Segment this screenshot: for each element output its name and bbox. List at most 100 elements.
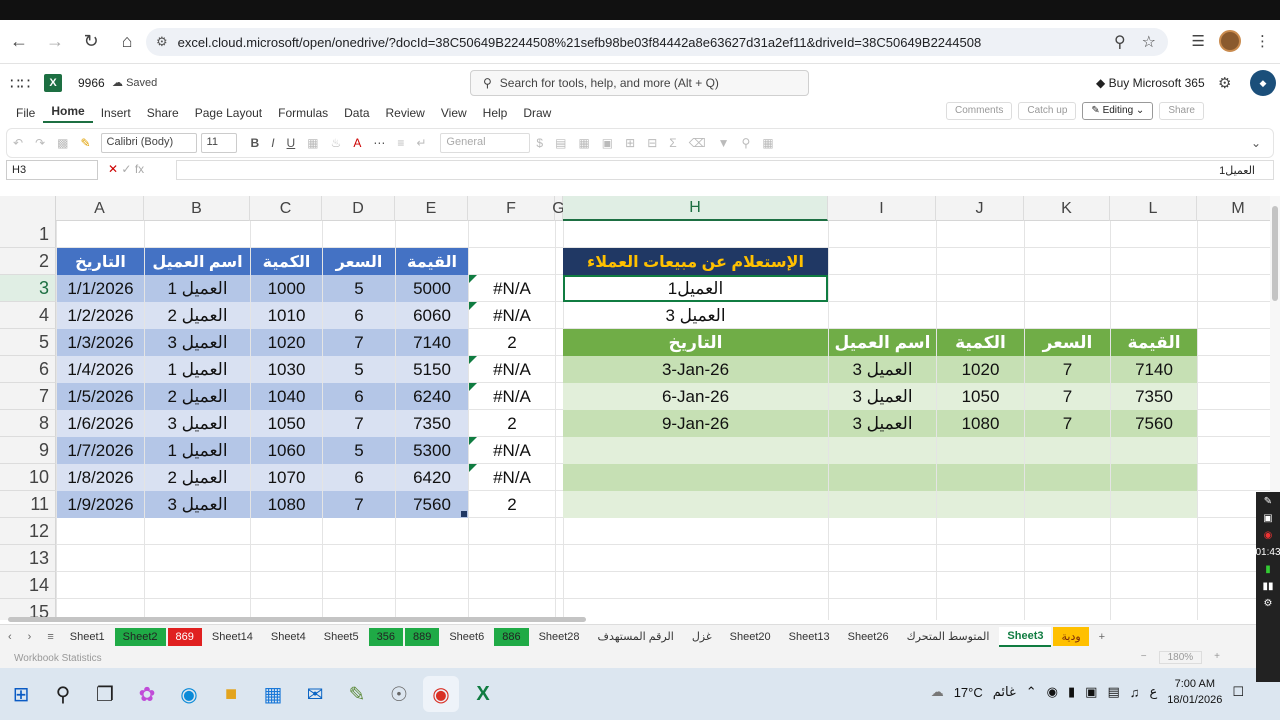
currency-icon[interactable]: $: [530, 136, 549, 150]
app-launcher-icon[interactable]: ∷∷: [10, 74, 30, 94]
table-cell[interactable]: 1/8/2026: [57, 464, 144, 491]
result-header-cell[interactable]: الكمية: [937, 329, 1024, 356]
site-settings-icon[interactable]: ⚙: [156, 34, 168, 50]
table-cell[interactable]: 7: [323, 491, 395, 518]
result-cell[interactable]: [829, 464, 936, 491]
table-cell[interactable]: 1/5/2026: [57, 383, 144, 410]
tab-help[interactable]: Help: [475, 106, 516, 120]
comments-button[interactable]: Comments: [946, 102, 1013, 120]
table-header-cell[interactable]: التاريخ: [57, 248, 144, 275]
more-options-icon[interactable]: ⋯: [367, 136, 391, 150]
find-icon[interactable]: ⚲: [736, 136, 757, 150]
all-sheets-icon[interactable]: ≡: [39, 631, 61, 643]
table-cell[interactable]: 5000: [396, 275, 468, 302]
lookup-result-cell[interactable]: #N/A: [469, 464, 555, 491]
result-cell[interactable]: 6-Jan-26: [563, 383, 828, 410]
result-cell[interactable]: 9-Jan-26: [563, 410, 828, 437]
weather-temp[interactable]: 17°C: [954, 685, 983, 700]
result-cell[interactable]: 7: [1025, 410, 1110, 437]
camera-icon[interactable]: ▣: [1085, 684, 1097, 700]
result-cell[interactable]: العميل 3: [829, 410, 936, 437]
lookup-result-cell[interactable]: #N/A: [469, 275, 555, 302]
sheet-tab[interactable]: غزل: [684, 627, 720, 646]
select-all-corner[interactable]: [0, 196, 56, 221]
table-cell[interactable]: 6420: [396, 464, 468, 491]
paste-icon[interactable]: ▩: [51, 136, 74, 150]
redo-icon[interactable]: ↷: [29, 136, 51, 150]
table-cell[interactable]: 7350: [396, 410, 468, 437]
row-header-9[interactable]: 9: [0, 437, 56, 464]
row-header-5[interactable]: 5: [0, 329, 56, 356]
name-box[interactable]: H3: [6, 160, 98, 180]
home-icon[interactable]: ⌂: [110, 27, 144, 57]
result-cell[interactable]: 7: [1025, 383, 1110, 410]
recorder-settings-icon[interactable]: ⚙: [1264, 598, 1273, 609]
workbook-statistics[interactable]: Workbook Statistics: [14, 653, 102, 664]
excel-logo-icon[interactable]: X: [44, 74, 62, 92]
result-cell[interactable]: [829, 437, 936, 464]
result-cell[interactable]: 7: [1025, 356, 1110, 383]
recorder-camera-icon[interactable]: ▣: [1263, 513, 1272, 524]
undo-icon[interactable]: ↶: [7, 136, 29, 150]
sheet-tab[interactable]: Sheet13: [781, 628, 838, 646]
sheet-tab[interactable]: 869: [167, 627, 202, 646]
font-color-icon[interactable]: A: [347, 136, 367, 150]
table-resize-handle[interactable]: [461, 511, 467, 517]
table-cell[interactable]: 5: [323, 437, 395, 464]
back-icon[interactable]: ←: [2, 27, 36, 57]
tab-review[interactable]: Review: [378, 106, 433, 120]
column-header-i[interactable]: I: [828, 196, 936, 221]
tab-scroll-right-icon[interactable]: ›: [20, 631, 40, 643]
column-header-k[interactable]: K: [1024, 196, 1110, 221]
row-header-3[interactable]: 3: [0, 275, 56, 302]
result-cell[interactable]: العميل 3: [829, 356, 936, 383]
reload-icon[interactable]: ↻: [74, 27, 108, 57]
lookup-result-cell[interactable]: #N/A: [469, 437, 555, 464]
table-cell[interactable]: العميل 3: [145, 410, 250, 437]
table-cell[interactable]: 1/7/2026: [57, 437, 144, 464]
horizontal-scroll-thumb[interactable]: [8, 617, 586, 622]
recorder-pause-icon[interactable]: ▮▮: [1262, 581, 1273, 592]
microphone-icon[interactable]: ▮: [1068, 684, 1075, 700]
horizontal-scrollbar[interactable]: [0, 615, 1280, 623]
column-header-h[interactable]: H: [563, 196, 828, 221]
result-header-cell[interactable]: التاريخ: [563, 329, 828, 356]
lookup-result-cell[interactable]: #N/A: [469, 302, 555, 329]
selected-cell-h3[interactable]: العميل1: [563, 275, 828, 302]
zoom-in-icon[interactable]: +: [1214, 651, 1220, 664]
zoom-out-icon[interactable]: −: [1141, 651, 1147, 664]
weather-cloud-icon[interactable]: ☁: [931, 684, 944, 700]
sheet-tab[interactable]: 356: [368, 627, 403, 646]
result-cell[interactable]: [1025, 491, 1110, 518]
table-cell[interactable]: 5150: [396, 356, 468, 383]
lookup-result-cell[interactable]: #N/A: [469, 356, 555, 383]
table-cell[interactable]: 6060: [396, 302, 468, 329]
result-cell[interactable]: [937, 437, 1024, 464]
worksheet-grid[interactable]: A B C D E F G H I J K L M 1 2 3 4 5 6 7 …: [0, 196, 1280, 620]
column-header-c[interactable]: C: [250, 196, 322, 221]
sheet-tab[interactable]: المتوسط المتحرك: [899, 627, 998, 646]
result-cell[interactable]: [1111, 464, 1197, 491]
error-indicator-icon[interactable]: [469, 275, 477, 283]
table-cell[interactable]: 1/6/2026: [57, 410, 144, 437]
result-cell[interactable]: 7350: [1111, 383, 1197, 410]
table-cell[interactable]: 1060: [251, 437, 322, 464]
excel-taskbar-icon[interactable]: X: [465, 676, 501, 712]
row-header-8[interactable]: 8: [0, 410, 56, 437]
table-cell[interactable]: العميل 1: [145, 275, 250, 302]
app-pen-icon[interactable]: ✎: [339, 676, 375, 712]
buy-microsoft365-link[interactable]: ◆ Buy Microsoft 365: [1096, 76, 1205, 90]
editing-mode-button[interactable]: ✎ Editing ⌄: [1082, 102, 1154, 120]
result-header-cell[interactable]: القيمة: [1111, 329, 1197, 356]
tab-home[interactable]: Home: [43, 104, 93, 123]
insert-cells-icon[interactable]: ⊞: [619, 136, 641, 150]
bold-button[interactable]: B: [245, 136, 266, 150]
column-header-b[interactable]: B: [144, 196, 250, 221]
error-indicator-icon[interactable]: [469, 383, 477, 391]
row-header-4[interactable]: 4: [0, 302, 56, 329]
table-cell[interactable]: 1/3/2026: [57, 329, 144, 356]
result-cell[interactable]: [937, 464, 1024, 491]
table-cell[interactable]: 5: [323, 275, 395, 302]
result-cell[interactable]: 7140: [1111, 356, 1197, 383]
sheet-tab[interactable]: Sheet6: [441, 628, 492, 646]
